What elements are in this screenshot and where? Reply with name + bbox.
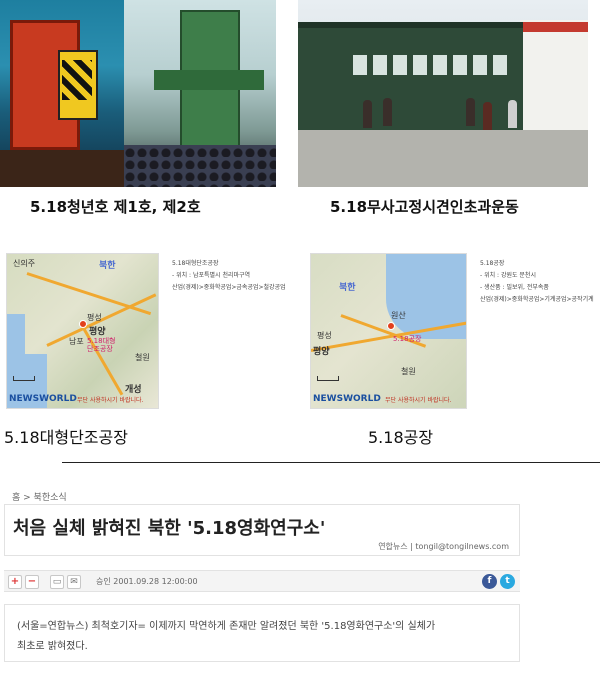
photo-train-platform: [298, 0, 588, 187]
map-1-info: 5.18대형단조공장 - 위치 : 남포특별시 천리마구역 산업(경제)>중화학…: [172, 258, 286, 294]
divider: [62, 462, 600, 463]
font-increase-button[interactable]: +: [8, 575, 22, 589]
article-date: 승인 2001.09.28 12:00:00: [96, 577, 198, 586]
caption-no-accident-movement: 5.18무사고정시견인초과운동: [330, 198, 519, 216]
map-label: 5.18공장: [393, 335, 422, 343]
map-2-info: 5.18공장 - 위치 : 강원도 문천시 - 생산품 : 밀보위, 전부속품 …: [480, 258, 594, 306]
newsworld-logo: NEWSWORLD: [9, 394, 77, 404]
article-body: (서울=연합뉴스) 최척호기자= 이제까지 막연하게 존재만 알려졌던 북한 '…: [4, 604, 520, 662]
map-credit: 무단 사용하시기 바랍니다.: [385, 397, 452, 404]
scale-bar: [13, 376, 35, 381]
article-source: 연합뉴스 | tongil@tongilnews.com: [378, 542, 509, 551]
map-label: 평성: [317, 331, 332, 340]
article-paragraph: 최초로 밝혀졌다.: [17, 641, 88, 652]
map-label: 철원: [401, 367, 416, 376]
caption-518-factory: 5.18공장: [368, 428, 434, 447]
scale-bar: [317, 376, 339, 381]
map-label: 평성: [87, 313, 102, 322]
map-label: 평양: [313, 347, 330, 357]
email-icon[interactable]: ✉: [67, 575, 81, 589]
map-forging-plant: 신의주 북한 평성 평양 남포 5.18대형 단조공장 철원 개성 NEWSWO…: [6, 253, 159, 409]
twitter-icon[interactable]: t: [500, 574, 515, 589]
map-label: 북한: [99, 261, 116, 271]
map-info-title: 5.18공장: [480, 260, 505, 267]
caption-youth-press: 5.18청년호 제1호, 제2호: [30, 198, 201, 216]
article-paragraph: (서울=연합뉴스) 최척호기자= 이제까지 막연하게 존재만 알려졌던 북한 '…: [17, 621, 436, 632]
photo-youth-press-2: [124, 0, 276, 187]
news-article: 홈 > 북한소식 처음 실체 밝혀진 북한 '5.18영화연구소' 연합뉴스 |…: [0, 486, 600, 682]
breadcrumb[interactable]: 홈 > 북한소식: [12, 490, 67, 503]
photo-youth-press-1: [0, 0, 124, 187]
map-credit: 무단 사용하시기 바랍니다.: [77, 397, 144, 404]
map-label: 남포: [69, 337, 84, 346]
map-info-line: 산업(경제)>중화학공업>금속공업>철강공업: [172, 284, 286, 291]
caption-forging-plant: 5.18대형단조공장: [4, 428, 128, 447]
facebook-icon[interactable]: f: [482, 574, 497, 589]
map-label: 원산: [391, 311, 406, 320]
map-518-factory: 북한 평성 원산 5.18공장 평양 철원 NEWSWORLD 무단 사용하시기…: [310, 253, 467, 409]
article-title: 처음 실체 밝혀진 북한 '5.18영화연구소': [13, 518, 326, 539]
article-header: 처음 실체 밝혀진 북한 '5.18영화연구소' 연합뉴스 | tongil@t…: [4, 504, 520, 556]
map-info-line: - 위치 : 강원도 문천시: [480, 272, 536, 279]
map-info-line: - 생산품 : 밀보위, 전부속품: [480, 284, 549, 291]
location-pin-icon: [387, 322, 395, 330]
map-label: 북한: [339, 283, 356, 293]
font-decrease-button[interactable]: −: [25, 575, 39, 589]
map-label: 신의주: [13, 259, 36, 268]
article-toolbar: + − ▭ ✉ 승인 2001.09.28 12:00:00 f t: [4, 570, 520, 592]
print-icon[interactable]: ▭: [50, 575, 64, 589]
map-label: 단조공장: [87, 345, 113, 353]
newsworld-logo: NEWSWORLD: [313, 394, 381, 404]
location-pin-icon: [79, 320, 87, 328]
map-label: 개성: [125, 385, 142, 395]
map-label: 철원: [135, 353, 150, 362]
map-info-line: - 위치 : 남포특별시 천리마구역: [172, 272, 251, 279]
map-info-line: 산업(경제)>중화학공업>기계공업>공작기계: [480, 296, 594, 303]
map-info-title: 5.18대형단조공장: [172, 260, 219, 267]
